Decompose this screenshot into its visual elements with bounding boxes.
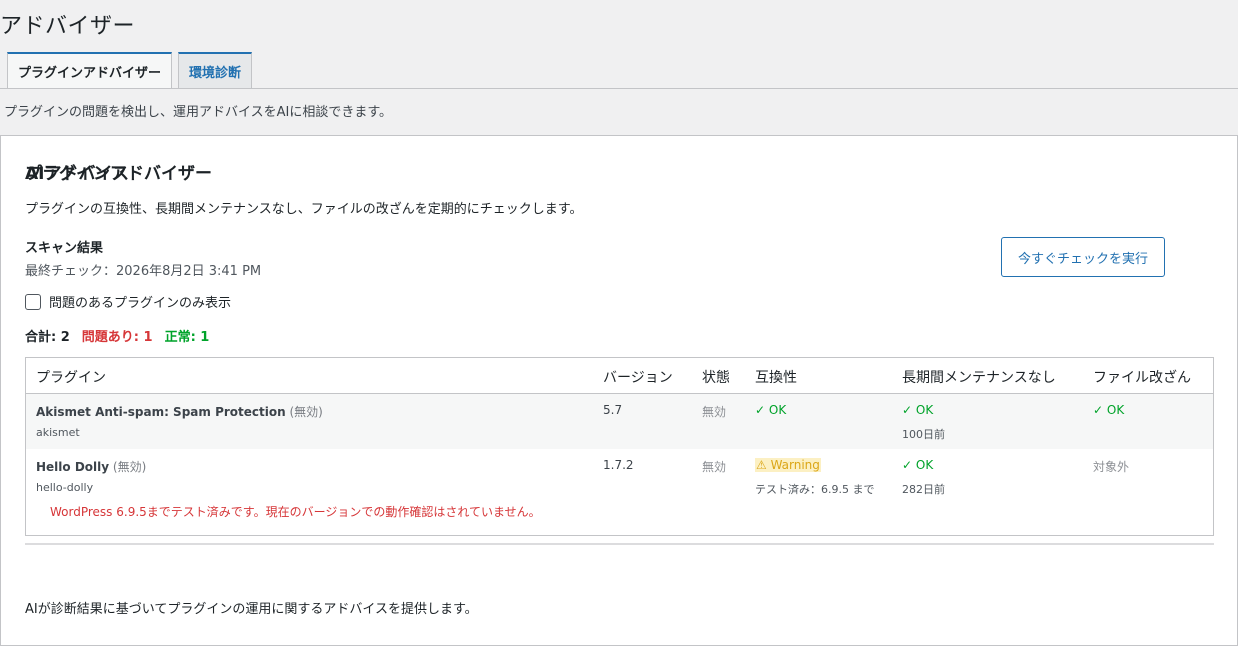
header-version: バージョン bbox=[603, 370, 673, 386]
plugin-slug: hello-dolly bbox=[36, 481, 94, 494]
compat-warning-message: WordPress 6.9.5までテスト済みです。現在のバージョンでの動作確認は… bbox=[50, 505, 541, 519]
maintenance-status: ✓ OK bbox=[902, 458, 934, 472]
plugin-name: Akismet Anti-spam: Spam Protection bbox=[36, 405, 286, 419]
summary-issues: 問題あり: 1 bbox=[81, 330, 153, 345]
scan-results-title: スキャン結果 bbox=[25, 241, 104, 256]
tab-bar: プラグインアドバイザー 環境診断 bbox=[7, 52, 253, 88]
header-plugin: プラグイン bbox=[36, 370, 106, 386]
issues-only-checkbox[interactable] bbox=[25, 293, 41, 310]
section-divider bbox=[25, 543, 1214, 545]
plugin-inactive-tag: (無効) bbox=[112, 460, 147, 474]
plugin-version: 5.7 bbox=[603, 403, 623, 417]
header-maintenance: 長期間メンテナンスなし bbox=[902, 370, 1056, 386]
table-row: Akismet Anti-spam: Spam Protection (無効) … bbox=[26, 394, 1213, 449]
plugin-name: Hello Dolly bbox=[36, 460, 110, 474]
scan-summary: 合計: 2 問題あり: 1 正常: 1 bbox=[25, 326, 209, 345]
summary-total: 合計: 2 bbox=[25, 330, 70, 345]
header-status: 状態 bbox=[702, 370, 730, 386]
plugin-version: 1.7.2 bbox=[603, 458, 634, 472]
tamper-status: ✓ OK bbox=[1093, 403, 1125, 417]
header-compatibility: 互換性 bbox=[755, 370, 797, 386]
run-check-button[interactable]: 今すぐチェックを実行 bbox=[1001, 237, 1165, 277]
advisor-card: プラグインアドバイザー プラグインの互換性、長期間メンテナンスなし、ファイルの改… bbox=[0, 135, 1238, 646]
page-subtitle: プラグインの問題を検出し、運用アドバイスをAIに相談できます。 bbox=[4, 105, 393, 120]
header-tamper: ファイル改ざん bbox=[1093, 370, 1191, 386]
plugin-slug: akismet bbox=[36, 426, 80, 439]
compat-status: ✓ OK bbox=[755, 403, 787, 417]
plugin-table: プラグイン バージョン 状態 互換性 長期間メンテナンスなし ファイル改ざん A… bbox=[25, 357, 1214, 536]
issues-only-label: 問題のあるプラグインのみ表示 bbox=[49, 296, 232, 311]
issues-only-filter[interactable]: 問題のあるプラグインのみ表示 bbox=[25, 292, 231, 311]
ai-advice-title: AIアドバイス bbox=[25, 164, 129, 184]
ai-advice-description: AIが診断結果に基づいてプラグインの運用に関するアドバイスを提供します。 bbox=[25, 602, 478, 617]
tamper-status: 対象外 bbox=[1093, 460, 1130, 474]
maintenance-days: 100日前 bbox=[902, 428, 945, 441]
plugin-status: 無効 bbox=[702, 405, 727, 419]
maintenance-status: ✓ OK bbox=[902, 403, 934, 417]
advisor-description: プラグインの互換性、長期間メンテナンスなし、ファイルの改ざんを定期的にチェックし… bbox=[25, 202, 583, 217]
compat-warning: ⚠ Warning bbox=[755, 458, 821, 472]
last-check-timestamp: 最終チェック：2026年8月2日 3:41 PM bbox=[25, 264, 262, 279]
tab-plugin-advisor[interactable]: プラグインアドバイザー bbox=[7, 52, 173, 88]
plugin-status: 無効 bbox=[702, 460, 727, 474]
tabs-divider bbox=[0, 88, 1238, 89]
summary-normal: 正常: 1 bbox=[164, 330, 210, 345]
page-title: アドバイザー bbox=[0, 14, 136, 39]
plugin-inactive-tag: (無効) bbox=[289, 405, 323, 419]
tab-environment-diagnosis[interactable]: 環境診断 bbox=[178, 52, 253, 88]
compat-tested-note: テスト済み：6.9.5 まで bbox=[755, 483, 875, 496]
maintenance-days: 282日前 bbox=[902, 483, 945, 496]
table-header: プラグイン バージョン 状態 互換性 長期間メンテナンスなし ファイル改ざん bbox=[26, 358, 1213, 394]
table-row: Hello Dolly (無効) hello-dolly 1.7.2 無効 ⚠ … bbox=[26, 449, 1213, 535]
